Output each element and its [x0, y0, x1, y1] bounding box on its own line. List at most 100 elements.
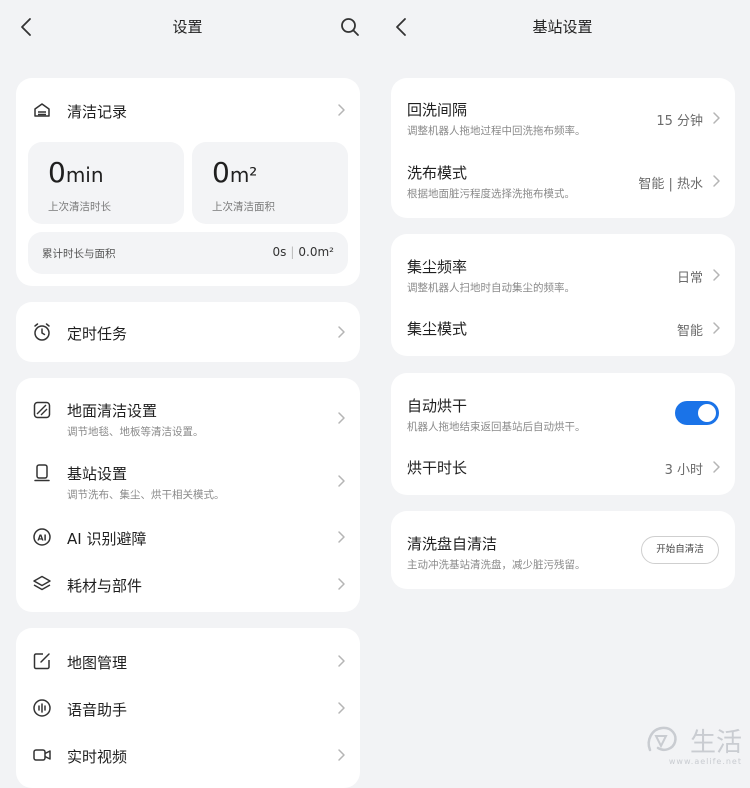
cleaning-record-card: 清洁记录 0min 上次清洁时长 0m² 上次清洁面积 累计时长与面积 0s | 0…: [16, 78, 360, 286]
value-divider: |: [290, 245, 295, 259]
extras-card: 地图管理 语音助手 实时视频: [16, 628, 360, 788]
wash-mode-sub: 根据地面脏污程度选择洗拖布模式。: [407, 188, 575, 200]
dust-frequency-sub: 调整机器人扫地时自动集尘的频率。: [407, 282, 575, 294]
dust-mode-value: 智能: [676, 324, 703, 339]
total-area: 0.0m²: [298, 245, 334, 259]
top-bar: 设置: [0, 0, 375, 56]
wash-mode-item[interactable]: 洗布模式 根据地面脏污程度选择洗拖布模式。 智能 | 热水: [391, 150, 735, 212]
duration-number: 0: [48, 156, 66, 189]
chevron-right-icon: [336, 474, 346, 488]
layers-icon: [32, 574, 52, 594]
floor-cleaning-settings-item[interactable]: 地面清洁设置 调节地毯、地板等清洁设置。: [16, 378, 360, 442]
auto-dry-label: 自动烘干: [407, 397, 468, 415]
ai-icon: AI: [32, 527, 52, 547]
dust-frequency-item[interactable]: 集尘频率 调整机器人扫地时自动集尘的频率。 日常: [391, 242, 735, 304]
voice-icon: [32, 698, 52, 718]
search-icon[interactable]: [339, 16, 361, 38]
last-area-tile: 0m² 上次清洁面积: [192, 142, 348, 224]
tray-clean-sub: 主动冲洗基站清洗盘，减少脏污残留。: [407, 559, 586, 571]
last-duration-caption: 上次清洁时长: [48, 201, 111, 213]
wash-mode-label: 洗布模式: [407, 164, 468, 182]
start-self-clean-button[interactable]: 开始自清洁: [641, 536, 719, 564]
chevron-right-icon: [336, 748, 346, 762]
consumables-label: 耗材与部件: [67, 577, 143, 595]
watermark-url: www.aelife.net: [668, 757, 742, 766]
svg-text:AI: AI: [37, 534, 46, 543]
total-stats-label: 累计时长与面积: [42, 248, 116, 260]
watermark: 生活 www.aelife.net: [644, 722, 744, 766]
dust-frequency-label: 集尘频率: [407, 258, 468, 276]
chevron-right-icon: [711, 268, 721, 282]
area-unit: m²: [229, 163, 258, 187]
chevron-right-icon: [336, 530, 346, 544]
video-camera-icon: [32, 745, 52, 765]
dust-frequency-value: 日常: [676, 271, 703, 286]
rewash-interval-sub: 调整机器人拖地过程中回洗拖布频率。: [407, 125, 586, 137]
alarm-clock-icon: [32, 322, 52, 342]
chevron-right-icon: [336, 654, 346, 668]
chevron-right-icon: [336, 103, 346, 117]
chevron-right-icon: [336, 325, 346, 339]
dust-mode-item[interactable]: 集尘模式 智能: [391, 306, 735, 350]
base-station-sub: 调节洗布、集尘、烘干相关模式。: [67, 489, 225, 501]
chevron-right-icon: [711, 111, 721, 125]
chevron-right-icon: [711, 321, 721, 335]
page-title: 基站设置: [532, 18, 593, 36]
map-management-item[interactable]: 地图管理: [16, 638, 360, 684]
top-bar: 基站设置: [375, 0, 750, 56]
base-station-icon: [32, 463, 52, 483]
tray-clean-label: 清洗盘自清洁: [407, 535, 498, 553]
rewash-interval-item[interactable]: 回洗间隔 调整机器人拖地过程中回洗拖布频率。 15 分钟: [391, 86, 735, 148]
device-settings-card: 地面清洁设置 调节地毯、地板等清洁设置。 基站设置 调节洗布、集尘、烘干相关模式…: [16, 378, 360, 612]
live-video-label: 实时视频: [67, 748, 128, 766]
auto-dry-toggle[interactable]: [675, 401, 719, 425]
last-duration-value: 0min: [48, 156, 104, 189]
map-edit-icon: [32, 651, 52, 671]
watermark-text: 生活: [689, 728, 742, 758]
last-area-caption: 上次清洁面积: [212, 201, 275, 213]
dry-card: 自动烘干 机器人拖地结束返回基站后自动烘干。 烘干时长 3 小时: [391, 373, 735, 495]
tray-clean-card: 清洗盘自清洁 主动冲洗基站清洗盘，减少脏污残留。 开始自清洁: [391, 511, 735, 589]
voice-assistant-label: 语音助手: [67, 701, 128, 719]
wash-mode-value: 智能 | 热水: [638, 177, 703, 192]
cleaning-record-item[interactable]: 清洁记录: [16, 78, 360, 142]
chevron-right-icon: [336, 701, 346, 715]
map-management-label: 地图管理: [67, 654, 128, 672]
total-stats-row[interactable]: 累计时长与面积 0s | 0.0m²: [28, 232, 348, 274]
rewash-interval-label: 回洗间隔: [407, 101, 468, 119]
voice-assistant-item[interactable]: 语音助手: [16, 685, 360, 731]
dry-duration-value: 3 小时: [664, 463, 703, 478]
consumables-item[interactable]: 耗材与部件: [16, 562, 360, 610]
cleaning-record-label: 清洁记录: [67, 103, 128, 121]
dust-mode-label: 集尘模式: [407, 320, 468, 338]
settings-panel: 设置 清洁记录 0min 上次清洁时长 0m² 上次清洁面积 累计时长与面积 0…: [0, 0, 375, 788]
auto-dry-item: 自动烘干 机器人拖地结束返回基站后自动烘干。: [391, 381, 735, 443]
timer-card[interactable]: 定时任务: [16, 302, 360, 362]
rewash-interval-value: 15 分钟: [656, 114, 703, 129]
dry-duration-label: 烘干时长: [407, 459, 468, 477]
ai-obstacle-item[interactable]: AI AI 识别避障: [16, 514, 360, 562]
total-time: 0s: [272, 245, 287, 259]
watermark-logo: [647, 726, 677, 752]
page-title: 设置: [172, 18, 203, 36]
base-station-panel: 基站设置 回洗间隔 调整机器人拖地过程中回洗拖布频率。 15 分钟 洗布模式 根…: [375, 0, 750, 772]
broom-icon: [32, 100, 52, 120]
chevron-right-icon: [336, 577, 346, 591]
dust-card: 集尘频率 调整机器人扫地时自动集尘的频率。 日常 集尘模式 智能: [391, 234, 735, 356]
timer-label: 定时任务: [67, 325, 128, 343]
area-number: 0: [212, 156, 230, 189]
chevron-right-icon: [711, 460, 721, 474]
floor-icon: [32, 400, 52, 420]
last-area-value: 0m²: [212, 156, 257, 189]
wash-card: 回洗间隔 调整机器人拖地过程中回洗拖布频率。 15 分钟 洗布模式 根据地面脏污…: [391, 78, 735, 218]
dry-duration-item[interactable]: 烘干时长 3 小时: [391, 445, 735, 489]
chevron-right-icon: [336, 411, 346, 425]
chevron-right-icon: [711, 174, 721, 188]
live-video-item[interactable]: 实时视频: [16, 732, 360, 778]
ai-obstacle-label: AI 识别避障: [67, 530, 147, 548]
toggle-knob: [698, 404, 716, 422]
base-station-settings-item[interactable]: 基站设置 调节洗布、集尘、烘干相关模式。: [16, 442, 360, 506]
auto-dry-sub: 机器人拖地结束返回基站后自动烘干。: [407, 421, 586, 433]
floor-cleaning-sub: 调节地毯、地板等清洁设置。: [67, 426, 204, 438]
total-stats-value: 0s | 0.0m²: [272, 245, 334, 259]
